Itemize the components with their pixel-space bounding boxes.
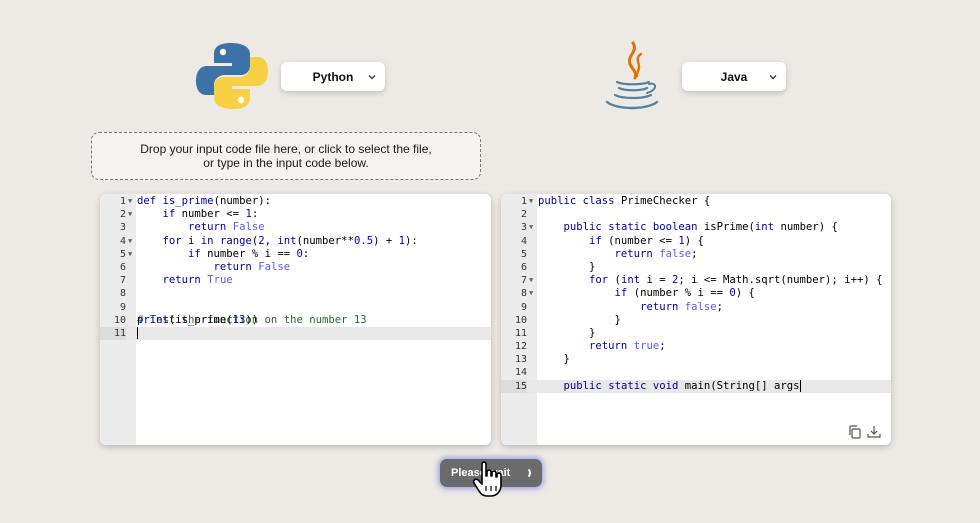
code-line: 3 return False [119,221,265,234]
code-line: 8 [119,288,126,300]
code-line: 3 ▼ public static boolean isPrime(int num… [520,221,838,234]
spinner-icon [519,467,531,479]
code-line: 4 if (number <= 1) { [520,234,704,247]
code-line: 11 } [514,326,596,339]
output-code-editor[interactable]: 1 ▼ public class PrimeChecker { 2 3 ▼ publi… [501,194,891,445]
active-code-line: 15 public static void main(String[] args [501,379,891,393]
code-line: 7 return True [119,274,233,287]
dropzone-text-line1: Drop your input code file here, or click… [140,142,432,156]
code-line: 4 ▼ for i in range(2, int(number**0.5) + … [119,234,418,247]
fold-arrow-icon: ▼ [128,249,133,258]
source-language-select[interactable]: Python [281,62,385,91]
code-line: 5 ▼ if number % i == 0: [119,247,310,260]
code-line: 2 [520,209,527,221]
code-line: 9 # Test the function on the number 13 [119,301,367,326]
active-code-line: 11 [100,326,491,341]
code-line: 10 } [514,313,621,326]
fold-arrow-icon: ▼ [529,276,534,285]
source-language-label: Python [312,69,354,84]
java-logo-icon [603,40,661,117]
code-line: 10 print(is_prime(13)) [113,313,259,326]
text-cursor [799,379,801,392]
code-line: 6 return False [119,260,291,273]
python-logo-icon [196,41,268,116]
copy-icon[interactable] [848,425,862,439]
fold-arrow-icon: ▼ [128,236,133,245]
dropzone-text-line2: or type in the input code below. [203,156,369,170]
fold-arrow-icon: ▼ [529,289,534,298]
fold-arrow-icon: ▼ [529,223,534,232]
download-icon[interactable] [867,425,881,439]
fold-arrow-icon: ▼ [128,197,133,205]
target-language-label: Java [720,69,748,84]
code-line: 7 ▼ for (int i = 2; i <= Math.sqrt(number… [520,274,883,287]
code-line: 1 ▼ public class PrimeChecker { [520,195,711,207]
text-cursor [137,326,138,339]
fold-arrow-icon: ▼ [529,197,534,205]
chevron-down-icon [368,74,376,79]
target-language-select[interactable]: Java [682,62,786,91]
fold-arrow-icon: ▼ [128,210,133,219]
code-line: 12 return true; [514,340,666,353]
code-line: 6 } [520,260,596,273]
code-line: 2 ▼ if number <= 1: [119,208,259,221]
code-line: 1 ▼ def is_prime(number): [119,195,271,207]
code-line: 14 [514,367,527,379]
hand-pointer-icon [472,460,506,503]
file-dropzone[interactable]: Drop your input code file here, or click… [91,132,481,180]
code-line: 13 } [514,353,570,366]
code-line: 8 ▼ if (number % i == 0) { [520,287,755,300]
chevron-down-icon [769,74,777,79]
code-line: 9 return false; [520,300,724,313]
code-line: 5 return false; [520,247,698,260]
input-code-editor[interactable]: 1 ▼ def is_prime(number): 2 ▼ if number <= … [100,194,491,445]
